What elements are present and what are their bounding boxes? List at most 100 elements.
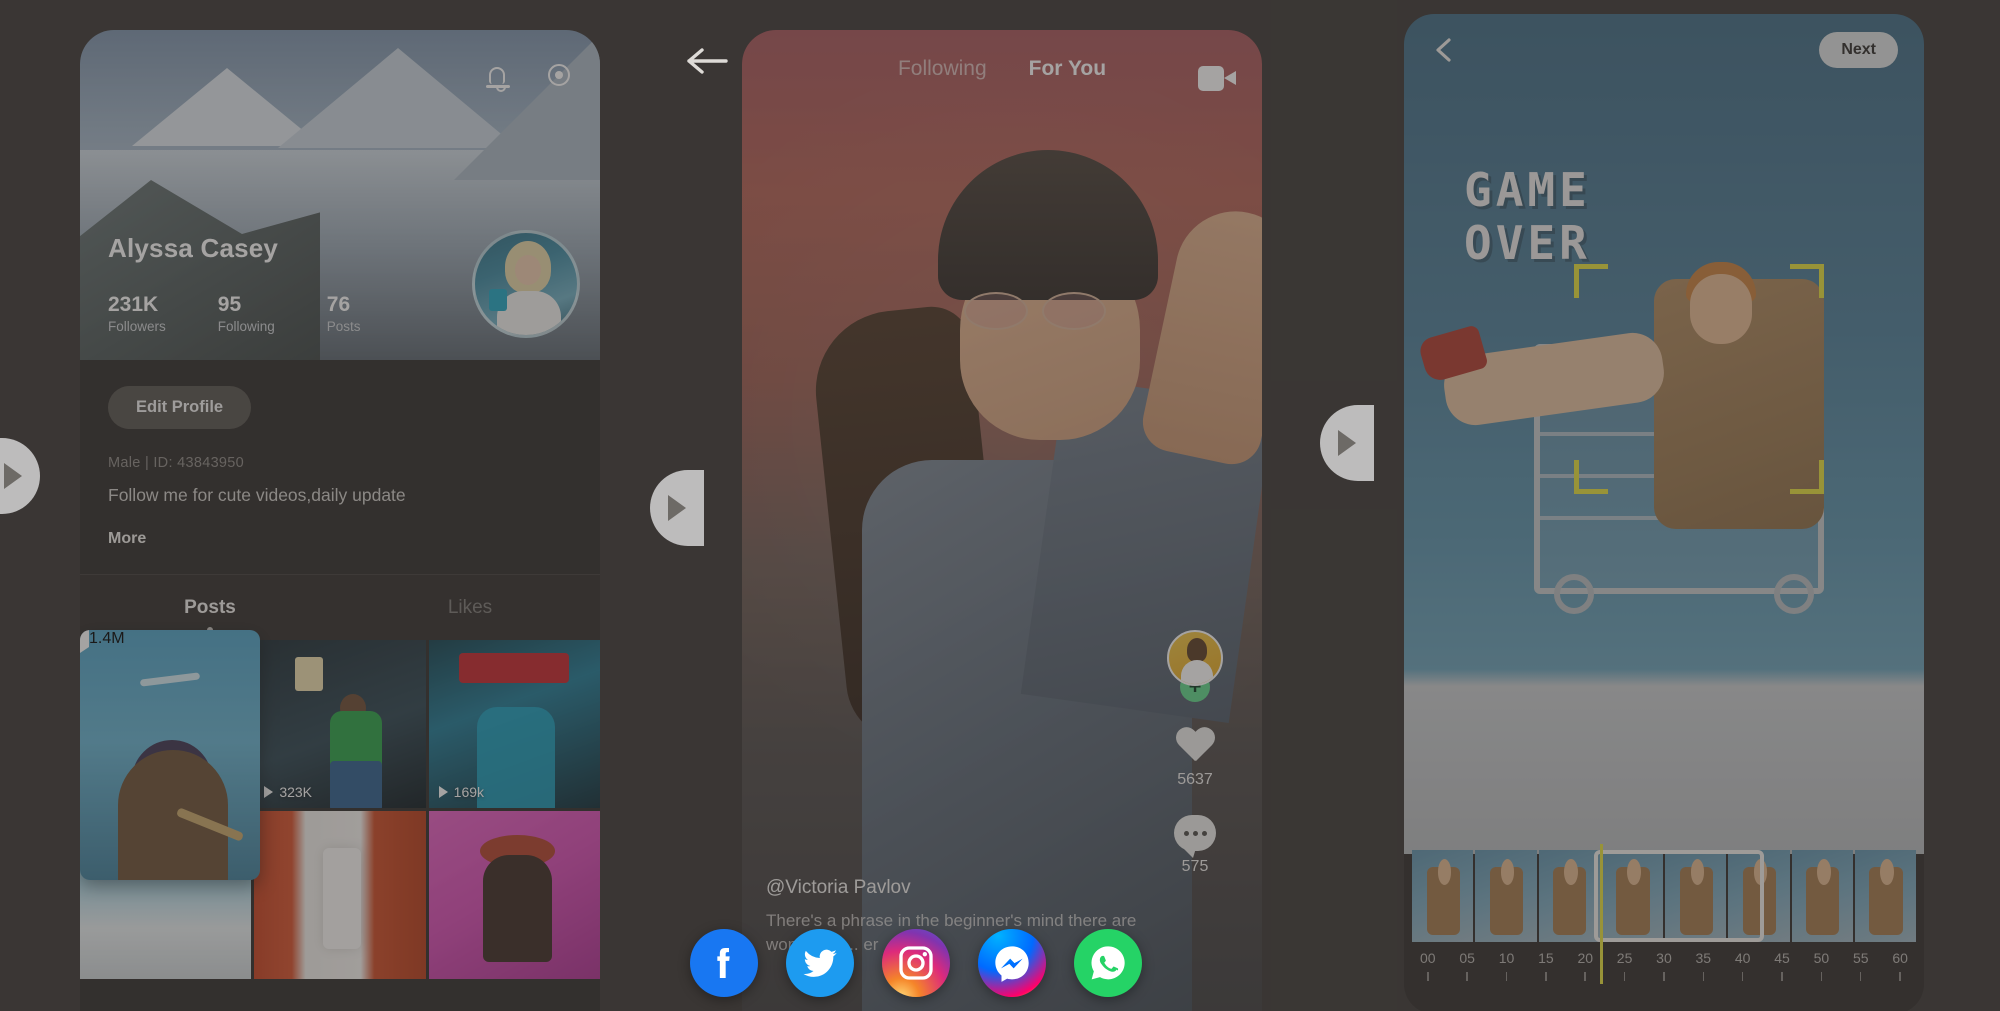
- tab-likes[interactable]: Likes: [340, 597, 600, 619]
- timeline-filmstrip[interactable]: [1404, 844, 1924, 984]
- carousel-prev-arrow[interactable]: [0, 438, 40, 514]
- ruler-tick: 05: [1459, 950, 1475, 1008]
- avatar-badge: [489, 289, 507, 311]
- ruler-tick: 60: [1892, 950, 1908, 1008]
- ruler-tick: 45: [1774, 950, 1790, 1008]
- profile-more-link[interactable]: More: [108, 530, 600, 548]
- play-icon: [264, 786, 274, 798]
- view-count: 323K: [264, 784, 312, 800]
- comment-icon: [1174, 815, 1216, 858]
- avatar-face: [515, 255, 541, 285]
- screenshot-root: Alyssa Casey 231K Followers 95 Following…: [0, 0, 2000, 1011]
- creator-username[interactable]: @Victoria Pavlov: [766, 877, 1142, 899]
- tab-posts[interactable]: Posts: [80, 597, 340, 619]
- stat-label: Following: [217, 319, 275, 334]
- ruler-tick: 55: [1853, 950, 1869, 1008]
- ruler-tick: 20: [1577, 950, 1593, 1008]
- bell-icon[interactable]: [482, 60, 512, 92]
- facebook-icon[interactable]: [690, 929, 758, 997]
- profile-name: Alyssa Casey: [108, 233, 279, 263]
- ruler-tick: 00: [1420, 950, 1436, 1008]
- subject-beanie: [938, 150, 1158, 300]
- profile-top-actions: [482, 60, 574, 92]
- arrow-left-icon[interactable]: [684, 46, 728, 76]
- chevron-left-icon[interactable]: [1430, 35, 1460, 65]
- selection-handle[interactable]: [1574, 264, 1608, 298]
- like-count: 5637: [1177, 771, 1213, 788]
- grid-item[interactable]: [254, 811, 426, 979]
- carousel-next-arrow[interactable]: [650, 470, 704, 546]
- avatar[interactable]: [472, 230, 580, 338]
- text-overlay[interactable]: GAME OVER: [1464, 164, 1591, 270]
- ruler-tick: 25: [1617, 950, 1632, 1008]
- grid-item[interactable]: [428, 811, 600, 979]
- stat-followers[interactable]: 231K Followers: [108, 293, 166, 334]
- feed-action-rail: + 5637 575: [1150, 630, 1240, 876]
- stat-posts[interactable]: 76 Posts: [327, 293, 361, 334]
- play-icon: [80, 630, 89, 653]
- camera-circle-icon[interactable]: [544, 60, 574, 90]
- editor-top-bar: Next: [1404, 14, 1924, 86]
- messenger-icon[interactable]: [978, 929, 1046, 997]
- video-editor-screen: Next GAME OVER 00 05 10 15 20 25 30 35 4…: [1404, 14, 1924, 1011]
- grid-item[interactable]: 323K: [254, 640, 426, 808]
- selection-handle[interactable]: [1790, 460, 1824, 494]
- comment-action[interactable]: 575: [1174, 815, 1216, 876]
- tab-following[interactable]: Following: [898, 57, 987, 81]
- feed-screen: Following For You + 5637 575 @Victoria P…: [742, 30, 1262, 1011]
- creator-avatar[interactable]: [1167, 630, 1223, 686]
- instagram-icon[interactable]: [882, 929, 950, 997]
- timeline-frame[interactable]: [1854, 850, 1916, 942]
- stat-value: 231K: [108, 292, 159, 316]
- profile-bio: Follow me for cute videos,daily update: [108, 485, 406, 505]
- stat-following[interactable]: 95 Following: [218, 293, 275, 334]
- selection-handle[interactable]: [1574, 460, 1608, 494]
- timeline-frame[interactable]: [1791, 850, 1853, 942]
- carousel-next-arrow-2[interactable]: [1320, 405, 1374, 481]
- profile-cover-photo: Alyssa Casey 231K Followers 95 Following…: [80, 30, 600, 360]
- view-count: 1.4M: [80, 630, 125, 653]
- timeline-trim-selection[interactable]: [1594, 850, 1764, 942]
- profile-meta: Male | ID: 43843950: [108, 455, 245, 471]
- ruler-tick: 30: [1656, 950, 1672, 1008]
- whatsapp-icon[interactable]: [1074, 929, 1142, 997]
- social-share-row: [690, 929, 1250, 997]
- timeline-frame[interactable]: [1475, 850, 1537, 942]
- stat-label: Followers: [108, 319, 166, 334]
- view-count: 169k: [438, 784, 485, 800]
- timeline-frame[interactable]: [1412, 850, 1474, 942]
- cover-mountain: [454, 30, 600, 180]
- overlay-line-1: GAME: [1464, 163, 1591, 217]
- tab-for-you[interactable]: For You: [1029, 57, 1106, 81]
- ruler-tick: 10: [1499, 950, 1514, 1008]
- feed-top-tabs: Following For You: [742, 30, 1262, 108]
- timeline-frame[interactable]: [1538, 850, 1600, 942]
- like-action[interactable]: 5637: [1175, 728, 1215, 789]
- cart-wheel: [1554, 574, 1594, 614]
- ruler-tick: 35: [1696, 950, 1711, 1008]
- selection-box[interactable]: [1574, 264, 1824, 494]
- play-icon: [438, 786, 448, 798]
- profile-screen: Alyssa Casey 231K Followers 95 Following…: [80, 30, 600, 1011]
- grid-item[interactable]: 169k: [428, 640, 600, 808]
- twitter-icon[interactable]: [786, 929, 854, 997]
- timeline-ruler: 00 05 10 15 20 25 30 35 40 45 50 55 60: [1404, 950, 1924, 1008]
- profile-stats: 231K Followers 95 Following 76 Posts: [108, 293, 361, 334]
- grid-item-featured[interactable]: 1.4M: [80, 630, 260, 880]
- ruler-tick: 50: [1814, 950, 1829, 1008]
- view-count-value: 169k: [453, 784, 485, 800]
- overlay-line-2: OVER: [1464, 215, 1591, 270]
- selection-handle[interactable]: [1790, 264, 1824, 298]
- subject-sunglasses: [964, 292, 1124, 332]
- stat-value: 95: [217, 292, 242, 316]
- view-count-value: 323K: [279, 784, 313, 800]
- video-camera-icon[interactable]: [1198, 66, 1236, 91]
- ruler-tick: 15: [1538, 950, 1554, 1008]
- ruler-tick: 40: [1735, 950, 1750, 1008]
- edit-profile-button[interactable]: Edit Profile: [108, 386, 252, 429]
- stat-label: Posts: [326, 319, 361, 334]
- stat-value: 76: [326, 292, 351, 316]
- cart-wheel: [1774, 574, 1814, 614]
- comment-count: 575: [1181, 858, 1209, 875]
- next-button[interactable]: Next: [1819, 32, 1898, 68]
